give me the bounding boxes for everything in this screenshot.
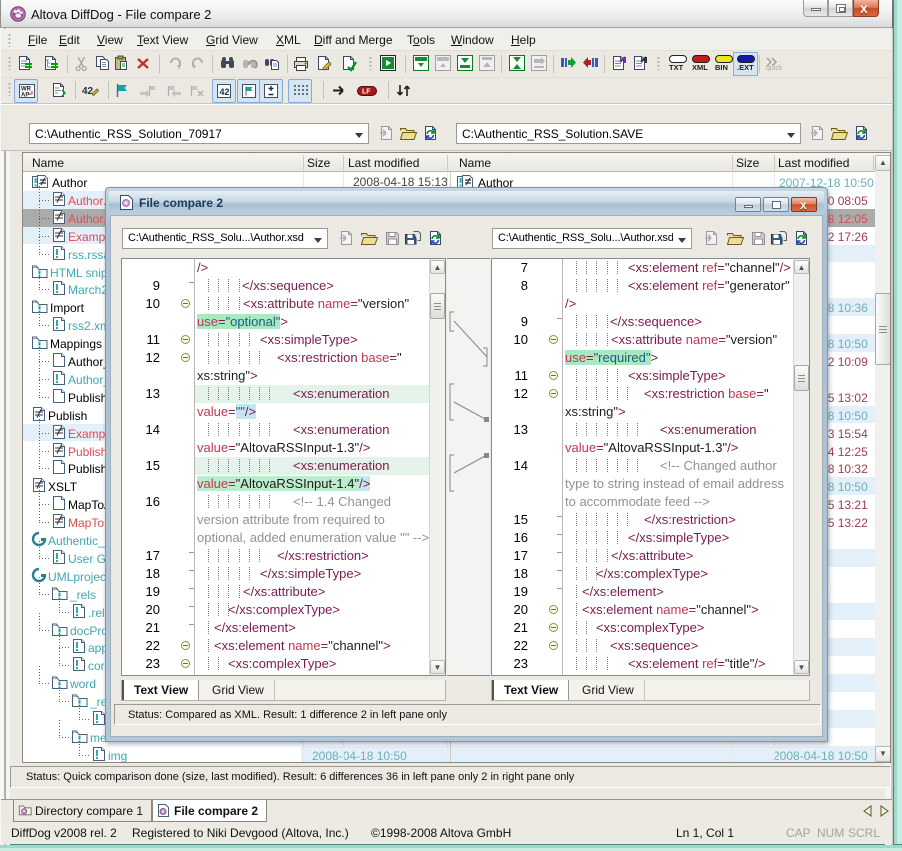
svg-text:42: 42: [82, 86, 94, 97]
svg-text:TXT: TXT: [669, 63, 684, 72]
svg-text:42: 42: [220, 87, 230, 97]
svg-text:BIN: BIN: [715, 63, 728, 72]
svg-text:.EXT: .EXT: [737, 63, 754, 72]
svg-text:AP: AP: [21, 93, 29, 99]
svg-text:LF: LF: [362, 89, 371, 96]
svg-text:XML: XML: [692, 63, 708, 72]
svg-text:quick: quick: [766, 65, 783, 72]
